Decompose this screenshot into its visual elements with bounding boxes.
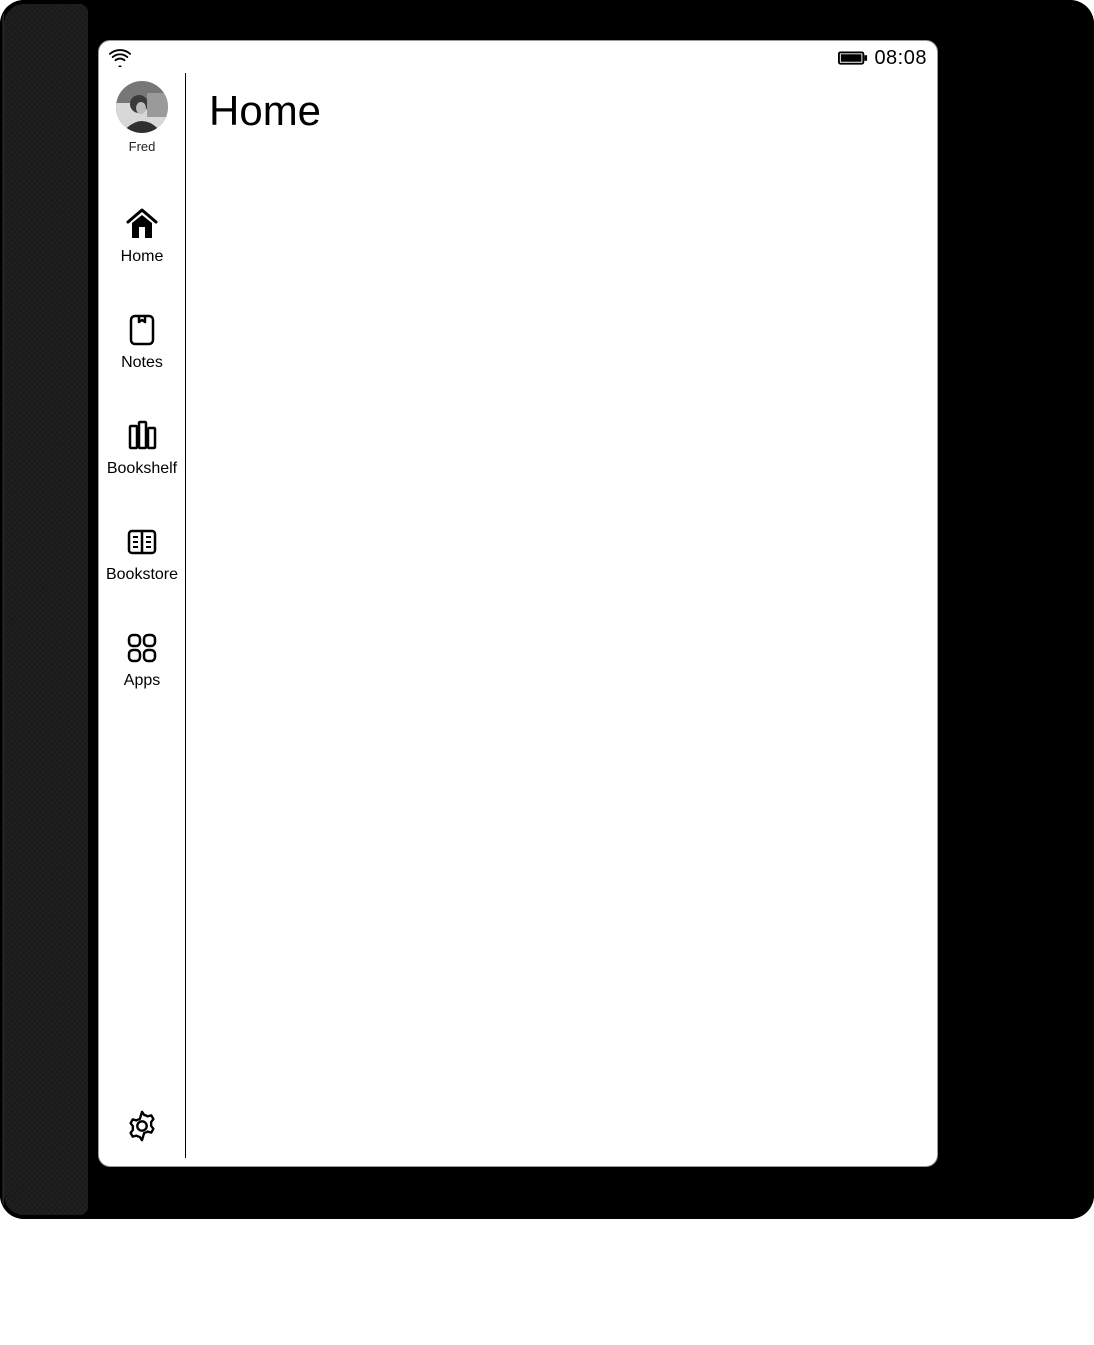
- nav-item-label: Home: [121, 248, 164, 266]
- avatar[interactable]: [116, 81, 168, 133]
- status-bar: 08:08: [109, 45, 927, 71]
- nav-item-bookstore[interactable]: Bookstore: [99, 524, 185, 584]
- nav-item-label: Apps: [124, 672, 160, 690]
- nav-item-apps[interactable]: Apps: [99, 630, 185, 690]
- battery-icon: [838, 50, 868, 66]
- device-frame: 08:08: [0, 0, 1094, 1345]
- sidebar-divider: [185, 73, 186, 1158]
- sidebar: Fred Home: [99, 73, 185, 1158]
- wifi-icon: [109, 49, 131, 67]
- nav-item-label: Bookshelf: [107, 460, 177, 478]
- screen: 08:08: [98, 40, 938, 1167]
- nav-item-label: Bookstore: [106, 566, 178, 584]
- settings-button[interactable]: [99, 1109, 185, 1148]
- nav-item-home[interactable]: Home: [99, 206, 185, 266]
- apps-icon: [124, 630, 160, 666]
- tablet-body: 08:08: [0, 0, 1094, 1219]
- gear-icon: [125, 1109, 159, 1148]
- notebook-icon: [124, 312, 160, 348]
- nav: Home Notes: [99, 206, 185, 690]
- user-name: Fred: [129, 139, 156, 154]
- nav-item-notes[interactable]: Notes: [99, 312, 185, 372]
- home-icon: [124, 206, 160, 242]
- nav-item-bookshelf[interactable]: Bookshelf: [99, 418, 185, 478]
- device-cover: [4, 4, 88, 1215]
- bookshelf-icon: [124, 418, 160, 454]
- main-content: Home: [209, 87, 921, 135]
- bookstore-icon: [124, 524, 160, 560]
- page-title: Home: [209, 87, 921, 135]
- nav-item-label: Notes: [121, 354, 163, 372]
- clock: 08:08: [874, 47, 927, 70]
